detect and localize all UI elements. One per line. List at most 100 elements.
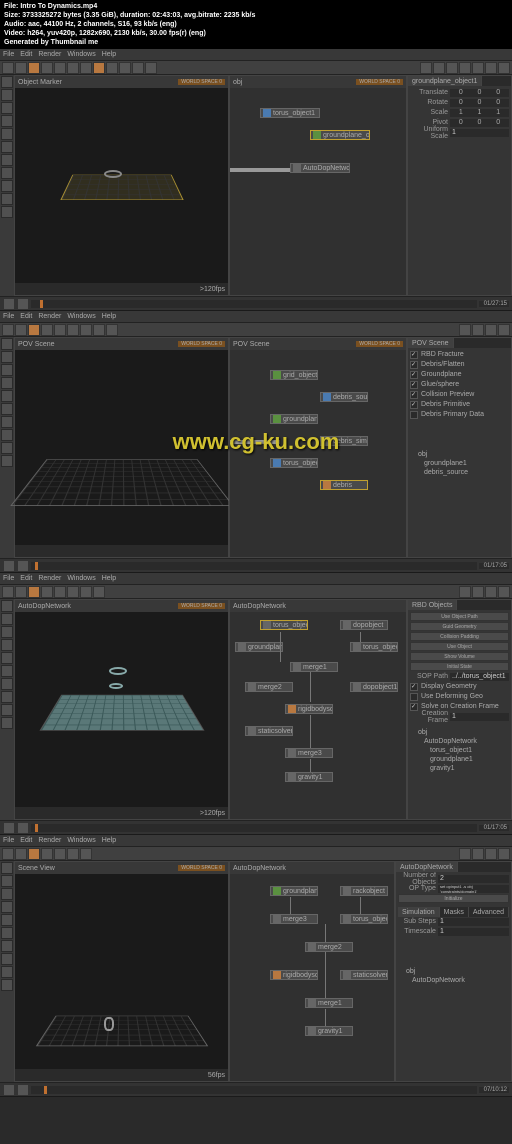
shelf-icon[interactable] bbox=[54, 62, 66, 74]
shelf-icon[interactable] bbox=[472, 62, 484, 74]
timeline[interactable]: 01/17:05 bbox=[0, 820, 512, 834]
viewport[interactable]: AutoDopNetworkWORLD SPACE 0 >120fps bbox=[14, 599, 229, 820]
tool-icon[interactable] bbox=[1, 154, 13, 166]
node[interactable]: merge2 bbox=[305, 942, 353, 952]
checkbox[interactable] bbox=[410, 351, 418, 359]
shelf-icon[interactable] bbox=[119, 62, 131, 74]
node[interactable]: groundplane1 bbox=[270, 886, 318, 896]
network-view[interactable]: AutoDopNetwork groundplane1 rackobject m… bbox=[229, 861, 395, 1082]
button[interactable]: Collision Padding bbox=[410, 632, 509, 641]
shelf-icon[interactable] bbox=[28, 62, 40, 74]
tool-icon[interactable] bbox=[1, 180, 13, 192]
play-icon[interactable] bbox=[3, 822, 15, 834]
viewport[interactable]: Object MarkerWORLD SPACE 0 >120fps bbox=[14, 75, 229, 296]
timeline[interactable]: 01/27:15 bbox=[0, 296, 512, 310]
button[interactable]: Guid Geometry bbox=[410, 622, 509, 631]
tree-view[interactable]: obj AutoDopNetwork bbox=[398, 967, 509, 985]
shelf-icon[interactable] bbox=[420, 62, 432, 74]
node[interactable]: torus_object1 bbox=[340, 914, 388, 924]
tree-view[interactable]: obj AutoDopNetwork torus_object1 groundp… bbox=[410, 728, 509, 773]
checkbox[interactable] bbox=[410, 411, 418, 419]
checkbox[interactable] bbox=[410, 391, 418, 399]
shelf-icon[interactable] bbox=[145, 62, 157, 74]
param-tab[interactable]: groundplane_object1 bbox=[408, 76, 482, 86]
node[interactable]: merge2 bbox=[245, 682, 293, 692]
checkbox[interactable] bbox=[410, 693, 418, 701]
node[interactable]: grid_object1 bbox=[270, 370, 318, 380]
timeline[interactable]: 07/10:12 bbox=[0, 1082, 512, 1096]
menu-file[interactable]: File bbox=[3, 51, 14, 58]
tab[interactable]: Masks bbox=[440, 907, 469, 917]
node[interactable]: gravity1 bbox=[305, 1026, 353, 1036]
step-icon[interactable] bbox=[17, 298, 29, 310]
shelf-icon[interactable] bbox=[132, 62, 144, 74]
shelf-icon[interactable] bbox=[93, 62, 105, 74]
node[interactable]: merge1 bbox=[305, 998, 353, 1008]
checkbox[interactable] bbox=[410, 361, 418, 369]
tool-icon[interactable] bbox=[1, 102, 13, 114]
node[interactable]: torus_object1 bbox=[270, 458, 318, 468]
node[interactable]: rackobject bbox=[340, 886, 388, 896]
tool-icon[interactable] bbox=[1, 193, 13, 205]
menu-render[interactable]: Render bbox=[38, 51, 61, 58]
viewport[interactable]: Scene ViewWORLD SPACE 0 56fps bbox=[14, 861, 229, 1082]
tab[interactable]: Simulation bbox=[398, 907, 440, 917]
node[interactable]: debris bbox=[320, 480, 368, 490]
shelf-icon[interactable] bbox=[433, 62, 445, 74]
network-view[interactable]: objWORLD SPACE 0 torus_object1 groundpla… bbox=[229, 75, 407, 296]
checkbox[interactable] bbox=[410, 401, 418, 409]
shelf-icon[interactable] bbox=[15, 62, 27, 74]
tool-icon[interactable] bbox=[1, 76, 13, 88]
shelf-icon[interactable] bbox=[2, 62, 14, 74]
tool-icon[interactable] bbox=[1, 89, 13, 101]
network-path[interactable]: obj bbox=[233, 79, 242, 86]
tool-icon[interactable] bbox=[1, 128, 13, 140]
shelf-icon[interactable] bbox=[459, 62, 471, 74]
node-groundplane[interactable]: groundplane_obje bbox=[310, 130, 370, 140]
init-button[interactable]: Initialize bbox=[398, 894, 509, 903]
node[interactable]: merge1 bbox=[290, 662, 338, 672]
menu-windows[interactable]: Windows bbox=[67, 51, 95, 58]
checkbox[interactable] bbox=[410, 703, 418, 711]
menu-help[interactable]: Help bbox=[102, 51, 116, 58]
node[interactable]: dopobject bbox=[340, 620, 388, 630]
button[interactable]: Use Object Path bbox=[410, 612, 509, 621]
tool-icon[interactable] bbox=[1, 206, 13, 218]
tool-icon[interactable] bbox=[1, 167, 13, 179]
checkbox[interactable] bbox=[410, 683, 418, 691]
checkbox[interactable] bbox=[410, 371, 418, 379]
node-torus[interactable]: torus_object1 bbox=[260, 108, 320, 118]
sop-path-input[interactable]: ../../torus_object1 bbox=[450, 673, 509, 681]
node[interactable]: gravity1 bbox=[285, 772, 333, 782]
timeline[interactable]: 01/17:05 bbox=[0, 558, 512, 572]
node[interactable]: torus_object2 bbox=[350, 642, 398, 652]
play-icon[interactable] bbox=[3, 560, 15, 572]
tab[interactable]: Advanced bbox=[469, 907, 509, 917]
tree-view[interactable]: obj groundplane1 debris_source bbox=[410, 450, 509, 477]
shelf-icon[interactable] bbox=[106, 62, 118, 74]
shelf-icon[interactable] bbox=[498, 62, 510, 74]
shelf-icon[interactable] bbox=[67, 62, 79, 74]
node[interactable]: merge3 bbox=[285, 748, 333, 758]
node[interactable]: staticsolver1 bbox=[340, 970, 388, 980]
node[interactable]: rigidbodysolver1 bbox=[285, 704, 333, 714]
shelf-icon[interactable] bbox=[41, 62, 53, 74]
tool-icon[interactable] bbox=[1, 141, 13, 153]
node[interactable]: merge3 bbox=[270, 914, 318, 924]
shelf-icon[interactable] bbox=[80, 62, 92, 74]
node[interactable]: staticsolver1 bbox=[245, 726, 293, 736]
node[interactable]: debris_source bbox=[320, 392, 368, 402]
button[interactable]: Use Object bbox=[410, 642, 509, 651]
tool-icon[interactable] bbox=[1, 115, 13, 127]
play-icon[interactable] bbox=[3, 298, 15, 310]
network-view[interactable]: AutoDopNetwork torus_object1 dopobject g… bbox=[229, 599, 407, 820]
shelf-icon[interactable] bbox=[446, 62, 458, 74]
button[interactable]: Show Volume bbox=[410, 652, 509, 661]
checkbox[interactable] bbox=[410, 381, 418, 389]
play-icon[interactable] bbox=[3, 1084, 15, 1096]
node[interactable]: torus_object1 bbox=[260, 620, 308, 630]
node[interactable]: rigidbodysolver1 bbox=[270, 970, 318, 980]
node[interactable]: dopobject1 bbox=[350, 682, 398, 692]
shelf-icon[interactable] bbox=[485, 62, 497, 74]
node-autodop[interactable]: AutoDopNetwork bbox=[290, 163, 350, 173]
